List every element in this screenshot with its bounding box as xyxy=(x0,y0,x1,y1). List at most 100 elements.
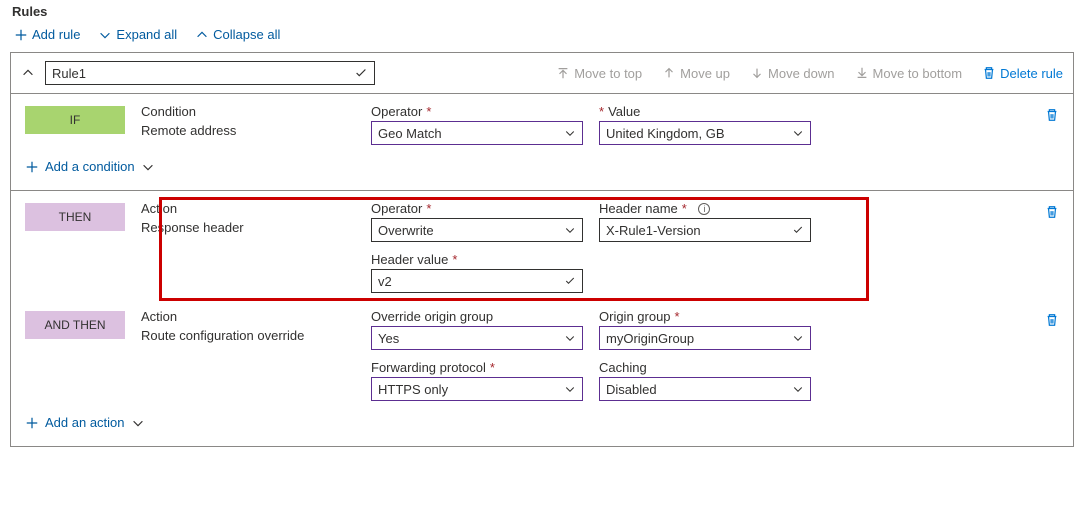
collapse-all-label: Collapse all xyxy=(213,27,280,42)
header-value-label: Header value xyxy=(371,252,448,267)
header-name-input[interactable]: X-Rule1-Version xyxy=(599,218,811,242)
move-top-icon xyxy=(556,66,570,80)
required-marker: * xyxy=(452,252,457,267)
header-name-value: X-Rule1-Version xyxy=(606,223,701,238)
trash-icon xyxy=(1045,313,1059,327)
rule-name-input[interactable]: Rule1 xyxy=(45,61,375,85)
required-marker: * xyxy=(426,201,431,216)
required-marker: * xyxy=(682,201,687,216)
info-icon[interactable]: i xyxy=(698,203,710,215)
then-operator-value: Overwrite xyxy=(378,223,434,238)
move-down-button: Move down xyxy=(750,66,834,81)
then-operator-select[interactable]: Overwrite xyxy=(371,218,583,242)
trash-icon xyxy=(982,66,996,80)
caching-value: Disabled xyxy=(606,382,657,397)
add-action-button[interactable]: Add an action xyxy=(25,415,1059,430)
override-value: Yes xyxy=(378,331,399,346)
if-badge: IF xyxy=(25,106,125,134)
plus-icon xyxy=(14,28,28,42)
move-bottom-icon xyxy=(855,66,869,80)
chevron-down-icon xyxy=(564,332,576,344)
operator-select[interactable]: Geo Match xyxy=(371,121,583,145)
delete-rule-label: Delete rule xyxy=(1000,66,1063,81)
collapse-rule-icon[interactable] xyxy=(21,66,35,80)
value-label: Value xyxy=(608,104,640,119)
origin-group-label: Origin group xyxy=(599,309,671,324)
chevron-down-icon xyxy=(141,160,155,174)
origin-group-select[interactable]: myOriginGroup xyxy=(599,326,811,350)
check-icon xyxy=(354,66,368,80)
header-name-label: Header name xyxy=(599,201,678,216)
delete-action-button[interactable] xyxy=(1045,205,1059,222)
then-badge: THEN xyxy=(25,203,125,231)
override-label: Override origin group xyxy=(371,309,583,324)
add-rule-label: Add rule xyxy=(32,27,80,42)
required-marker: * xyxy=(599,104,604,119)
chevron-down-icon xyxy=(792,383,804,395)
move-to-top-button: Move to top xyxy=(556,66,642,81)
header-value-value: v2 xyxy=(378,274,392,289)
trash-icon xyxy=(1045,108,1059,122)
trash-icon xyxy=(1045,205,1059,219)
delete-action-button[interactable] xyxy=(1045,313,1059,330)
add-rule-button[interactable]: Add rule xyxy=(14,27,80,42)
add-condition-button[interactable]: Add a condition xyxy=(25,159,1059,174)
chevron-down-icon xyxy=(131,416,145,430)
add-action-label: Add an action xyxy=(45,415,125,430)
action-value: Response header xyxy=(141,220,355,235)
move-up-label: Move up xyxy=(680,66,730,81)
origin-group-value: myOriginGroup xyxy=(606,331,694,346)
rule-panel: Rule1 Move to top Move up Move down Move… xyxy=(10,52,1074,447)
plus-icon xyxy=(25,416,39,430)
operator-value: Geo Match xyxy=(378,126,442,141)
chevron-down-icon xyxy=(564,383,576,395)
forwarding-select[interactable]: HTTPS only xyxy=(371,377,583,401)
condition-label: Condition xyxy=(141,104,355,119)
move-down-label: Move down xyxy=(768,66,834,81)
move-down-icon xyxy=(750,66,764,80)
then-section: THEN Action Response header Operator * O… xyxy=(11,191,1073,446)
then-operator-label: Operator xyxy=(371,201,422,216)
move-top-label: Move to top xyxy=(574,66,642,81)
andthen-action-label: Action xyxy=(141,309,355,324)
expand-all-label: Expand all xyxy=(116,27,177,42)
condition-value: Remote address xyxy=(141,123,355,138)
add-condition-label: Add a condition xyxy=(45,159,135,174)
rule-header: Rule1 Move to top Move up Move down Move… xyxy=(11,53,1073,94)
required-marker: * xyxy=(675,309,680,324)
collapse-all-button[interactable]: Collapse all xyxy=(195,27,280,42)
check-icon xyxy=(564,275,576,287)
chevron-down-icon xyxy=(564,127,576,139)
value-select[interactable]: United Kingdom, GB xyxy=(599,121,811,145)
delete-condition-button[interactable] xyxy=(1045,108,1059,125)
value-value: United Kingdom, GB xyxy=(606,126,725,141)
required-marker: * xyxy=(490,360,495,375)
caching-select[interactable]: Disabled xyxy=(599,377,811,401)
chevron-down-icon xyxy=(564,224,576,236)
chevron-up-icon xyxy=(195,28,209,42)
page-title: Rules xyxy=(12,4,1074,19)
and-then-badge: AND THEN xyxy=(25,311,125,339)
move-up-button: Move up xyxy=(662,66,730,81)
rule-name-value: Rule1 xyxy=(52,66,86,81)
plus-icon xyxy=(25,160,39,174)
required-marker: * xyxy=(426,104,431,119)
override-select[interactable]: Yes xyxy=(371,326,583,350)
move-to-bottom-button: Move to bottom xyxy=(855,66,963,81)
chevron-down-icon xyxy=(98,28,112,42)
forwarding-value: HTTPS only xyxy=(378,382,448,397)
delete-rule-button[interactable]: Delete rule xyxy=(982,66,1063,81)
check-icon xyxy=(792,224,804,236)
caching-label: Caching xyxy=(599,360,811,375)
move-bottom-label: Move to bottom xyxy=(873,66,963,81)
header-value-input[interactable]: v2 xyxy=(371,269,583,293)
andthen-action-value: Route configuration override xyxy=(141,328,355,343)
forwarding-label: Forwarding protocol xyxy=(371,360,486,375)
expand-all-button[interactable]: Expand all xyxy=(98,27,177,42)
if-section: IF Condition Remote address Operator * G… xyxy=(11,94,1073,191)
rules-toolbar: Add rule Expand all Collapse all xyxy=(10,27,1074,42)
move-up-icon xyxy=(662,66,676,80)
action-label: Action xyxy=(141,201,355,216)
chevron-down-icon xyxy=(792,127,804,139)
operator-label: Operator xyxy=(371,104,422,119)
